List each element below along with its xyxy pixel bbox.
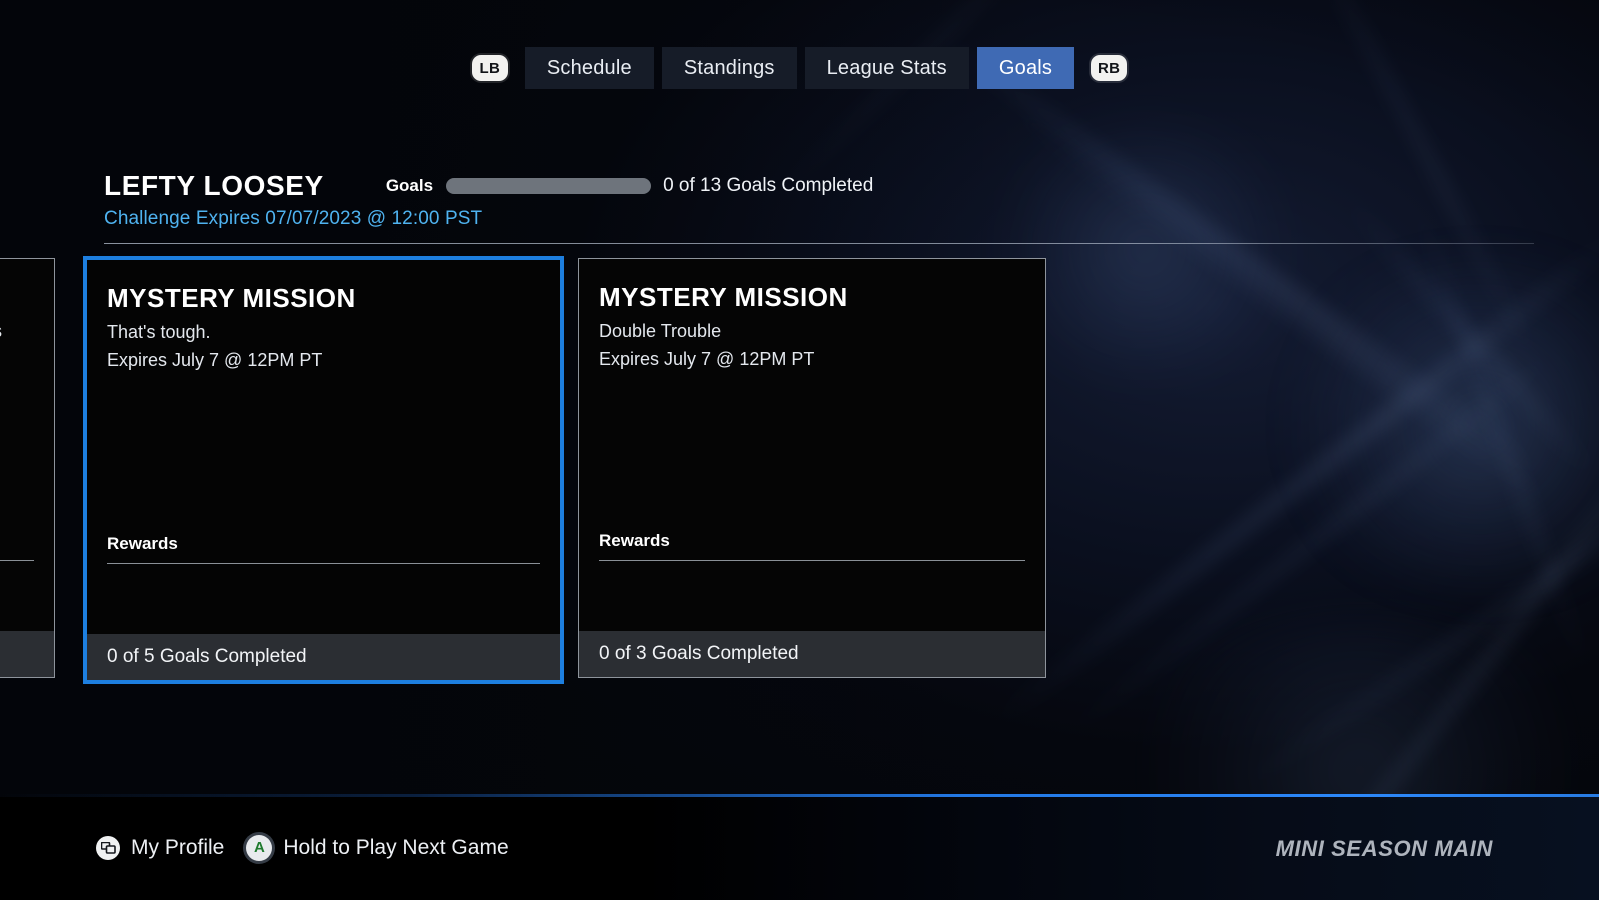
challenge-expiry-text: Challenge Expires 07/07/2023 @ 12:00 PST bbox=[104, 208, 483, 229]
mission-card-progress: 0 of 5 Goals Completed bbox=[87, 634, 560, 680]
action-my-profile[interactable]: My Profile bbox=[96, 835, 225, 860]
action-label: My Profile bbox=[131, 835, 225, 859]
mission-card-rewards bbox=[0, 551, 54, 631]
mission-card-subtitle: That's tough. bbox=[107, 322, 211, 343]
mission-card-rewards: Rewards bbox=[87, 534, 560, 634]
bottom-action-bar: My Profile A Hold to Play Next Game MINI… bbox=[0, 797, 1599, 900]
tab-schedule[interactable]: Schedule bbox=[524, 47, 654, 89]
mission-card-expiry: Expires July 7 @ 12PM PT bbox=[107, 349, 323, 370]
tab-standings[interactable]: Standings bbox=[661, 47, 797, 89]
mission-card-progress: 0 of 3 Goals Completed bbox=[579, 631, 1045, 677]
mission-card-selected[interactable]: MYSTERY MISSION That's tough. Expires Ju… bbox=[83, 256, 564, 684]
header-divider bbox=[104, 243, 1534, 244]
top-navigation: LB Schedule Standings League Stats Goals… bbox=[0, 0, 1599, 130]
mission-card-body: MYSTERY MISSION xpires bbox=[0, 259, 54, 551]
bottom-bar-actions: My Profile A Hold to Play Next Game bbox=[96, 834, 509, 861]
game-screen: LB Schedule Standings League Stats Goals… bbox=[0, 0, 1599, 900]
tab-league-stats[interactable]: League Stats bbox=[804, 47, 969, 89]
mission-card-expiry: Expires July 7 @ 12PM PT bbox=[599, 348, 815, 369]
mission-card-body: MYSTERY MISSION Double Trouble Expires J… bbox=[579, 259, 1045, 531]
challenge-goals-label: Goals bbox=[385, 176, 434, 195]
a-button-icon: A bbox=[246, 834, 273, 861]
mission-card-rewards-label: Rewards bbox=[107, 534, 178, 553]
left-bumper-icon[interactable]: LB bbox=[471, 55, 508, 81]
challenge-header: LEFTY LOOSEY Goals 0 of 13 Goals Complet… bbox=[104, 170, 1534, 230]
mission-card[interactable]: MYSTERY MISSION Double Trouble Expires J… bbox=[578, 258, 1046, 678]
mission-card-rewards-slot bbox=[107, 564, 540, 634]
mission-card-rewards-slot bbox=[0, 561, 34, 631]
tab-goals[interactable]: Goals bbox=[976, 47, 1075, 89]
challenge-progress-bar bbox=[446, 178, 652, 194]
mission-card-rewards-label: Rewards bbox=[599, 531, 670, 550]
mission-card-rewards: Rewards bbox=[579, 531, 1045, 631]
action-play-next-game[interactable]: A Hold to Play Next Game bbox=[246, 834, 509, 861]
mission-card-title: MYSTERY MISSION bbox=[107, 283, 356, 313]
mission-card-rewards-slot bbox=[599, 561, 1025, 631]
bottom-bar-accent-line bbox=[0, 794, 1599, 797]
action-label: Hold to Play Next Game bbox=[283, 835, 509, 859]
mission-card-body: MYSTERY MISSION That's tough. Expires Ju… bbox=[87, 260, 560, 534]
right-bumper-icon[interactable]: RB bbox=[1091, 55, 1128, 81]
nav-tab-group: LB Schedule Standings League Stats Goals… bbox=[471, 47, 1128, 89]
challenge-progress-text: 0 of 13 Goals Completed bbox=[663, 175, 874, 196]
challenge-summary-row: LEFTY LOOSEY Goals 0 of 13 Goals Complet… bbox=[104, 170, 1534, 202]
view-button-icon bbox=[96, 835, 120, 860]
mission-card-subtitle: Double Trouble bbox=[599, 321, 722, 342]
mission-card[interactable]: MYSTERY MISSION xpires bbox=[0, 258, 55, 678]
mission-card-progress bbox=[0, 631, 54, 677]
challenge-title: LEFTY LOOSEY bbox=[104, 170, 324, 201]
mission-card-expiry: xpires bbox=[0, 320, 34, 343]
mission-card-title: MYSTERY MISSION bbox=[599, 282, 848, 312]
context-label: MINI SEASON MAIN bbox=[1275, 835, 1493, 861]
